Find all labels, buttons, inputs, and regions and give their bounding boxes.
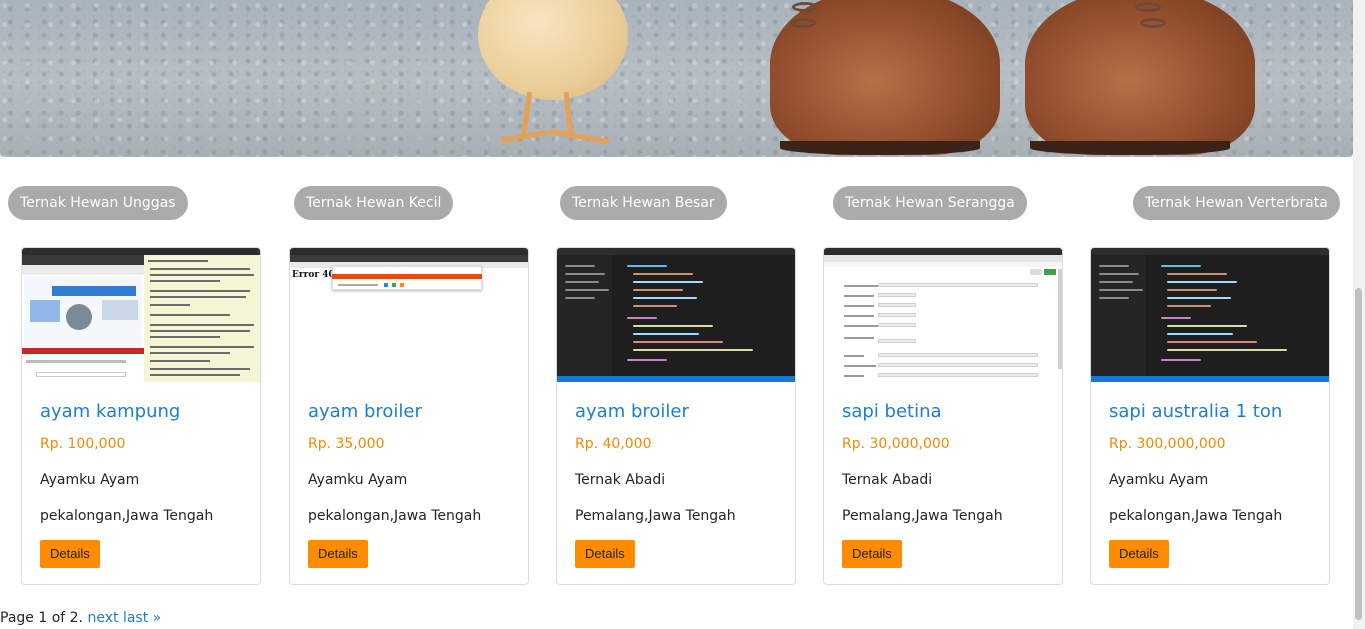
category-besar[interactable]: Ternak Hewan Besar	[560, 186, 727, 220]
product-location: Pemalang,Jawa Tengah	[575, 508, 736, 524]
category-verterbrata[interactable]: Ternak Hewan Verterbrata	[1133, 186, 1340, 220]
product-location: Pemalang,Jawa Tengah	[842, 508, 1003, 524]
product-title[interactable]: sapi australia 1 ton	[1109, 401, 1282, 422]
hero-banner	[0, 0, 1353, 157]
product-price: Rp. 35,000	[308, 436, 385, 452]
product-thumbnail[interactable]: Error 404: N	[290, 248, 528, 382]
product-thumbnail[interactable]	[1091, 248, 1329, 382]
product-card: sapi australia 1 ton Rp. 300,000,000 Aya…	[1090, 247, 1330, 585]
product-thumbnail[interactable]	[824, 248, 1062, 382]
product-price: Rp. 300,000,000	[1109, 436, 1226, 452]
product-seller: Ternak Abadi	[575, 472, 666, 488]
product-seller: Ternak Abadi	[842, 472, 933, 488]
product-title[interactable]: ayam kampung	[40, 401, 180, 422]
product-card: Error 404: N ayam broiler Rp. 35,000 Aya…	[289, 247, 529, 585]
product-card: ayam kampung Rp. 100,000 Ayamku Ayam pek…	[21, 247, 261, 585]
chick-image	[478, 0, 628, 100]
product-thumbnail[interactable]	[557, 248, 795, 382]
details-button[interactable]: Details	[1109, 540, 1169, 568]
last-page-link[interactable]: last »	[123, 610, 161, 626]
pagination-text: Page 1 of 2.	[0, 610, 84, 626]
pagination: Page 1 of 2. next last »	[0, 610, 161, 626]
details-button[interactable]: Details	[40, 540, 100, 568]
product-seller: Ayamku Ayam	[40, 472, 140, 488]
scrollbar-thumb[interactable]	[1355, 288, 1362, 620]
product-seller: Ayamku Ayam	[308, 472, 408, 488]
page-scrollbar[interactable]	[1353, 0, 1365, 629]
product-title[interactable]: ayam broiler	[308, 401, 422, 422]
product-location: pekalongan,Jawa Tengah	[40, 508, 214, 524]
category-kecil[interactable]: Ternak Hewan Kecil	[294, 186, 454, 220]
product-location: pekalongan,Jawa Tengah	[308, 508, 482, 524]
product-title[interactable]: sapi betina	[842, 401, 942, 422]
details-button[interactable]: Details	[842, 540, 902, 568]
product-seller: Ayamku Ayam	[1109, 472, 1209, 488]
details-button[interactable]: Details	[575, 540, 635, 568]
product-price: Rp. 40,000	[575, 436, 652, 452]
details-button[interactable]: Details	[308, 540, 368, 568]
product-thumbnail[interactable]	[22, 248, 260, 382]
category-unggas[interactable]: Ternak Hewan Unggas	[8, 186, 188, 220]
product-price: Rp. 100,000	[40, 436, 126, 452]
product-location: pekalongan,Jawa Tengah	[1109, 508, 1283, 524]
product-price: Rp. 30,000,000	[842, 436, 950, 452]
product-title[interactable]: ayam broiler	[575, 401, 689, 422]
category-serangga[interactable]: Ternak Hewan Serangga	[833, 186, 1027, 220]
product-card: sapi betina Rp. 30,000,000 Ternak Abadi …	[823, 247, 1063, 585]
product-card: ayam broiler Rp. 40,000 Ternak Abadi Pem…	[556, 247, 796, 585]
next-page-link[interactable]: next	[87, 610, 118, 626]
